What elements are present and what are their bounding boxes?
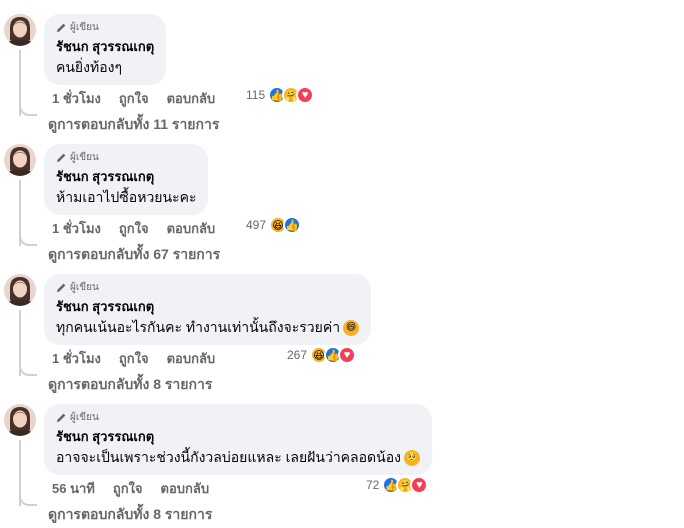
pencil-icon [56,413,66,422]
comment-text: คนยิ่งท้องๆ [56,59,122,75]
comment-text: ห้ามเอาไปซื้อหวยนะคะ [56,189,197,205]
comment-bubble: ผู้เขียน รัชนก สุวรรณเกตุ อาจจะเป็นเพราะ… [44,404,432,475]
avatar[interactable] [4,144,36,176]
thread-connector [19,232,37,246]
avatar[interactable] [4,404,36,436]
reply-button[interactable]: ตอบกลับ [167,88,216,109]
reaction-count: 267 [287,348,308,362]
love-icon: ♥ [296,86,315,104]
pencil-icon [56,23,66,32]
thread-connector [19,102,37,116]
comment-1: ผู้เขียน รัชนก สุวรรณเกตุ คนยิ่งท้องๆ 1 … [0,2,684,132]
reaction-count: 497 [246,218,267,232]
view-replies-link[interactable]: ดูการตอบกลับทั้ง 8 รายการ [48,504,212,526]
comment-actions: 1 ชั่วโมง ถูกใจ ตอบกลับ [52,218,215,239]
comment-bubble: ผู้เขียน รัชนก สุวรรณเกตุ คนยิ่งท้องๆ [44,14,167,85]
like-button[interactable]: ถูกใจ [113,478,143,499]
love-icon: ♥ [410,476,429,494]
comment-3: ผู้เขียน รัชนก สุวรรณเกตุ ทุกคนเน้นอะไรก… [0,262,684,392]
avatar[interactable] [4,274,36,306]
reply-button[interactable]: ตอบกลับ [167,218,216,239]
reaction-count: 115 [246,88,266,102]
pencil-icon [56,153,66,162]
reaction-summary[interactable]: 267 😆 👍 ♥ [287,346,357,364]
like-button[interactable]: ถูกใจ [119,348,149,369]
comment-4: ผู้เขียน รัชนก สุวรรณเกตุ อาจจะเป็นเพราะ… [0,392,684,522]
comment-actions: 1 ชั่วโมง ถูกใจ ตอบกลับ [52,348,215,369]
reaction-summary[interactable]: 115 👍 🤗 ♥ [246,86,315,104]
reaction-summary[interactable]: 72 👍 🤗 ♥ [366,476,429,494]
reaction-count: 72 [366,478,380,492]
author-badge-label: ผู้เขียน [70,411,99,423]
like-button[interactable]: ถูกใจ [119,88,149,109]
author-name[interactable]: รัชนก สุวรรณเกตุ [56,39,154,55]
thread-connector [19,362,37,376]
comment-2: ผู้เขียน รัชนก สุวรรณเกตุ ห้ามเอาไปซื้อห… [0,132,684,262]
comment-actions: 56 นาที ถูกใจ ตอบกลับ [52,478,209,499]
comment-bubble: ผู้เขียน รัชนก สุวรรณเกตุ ห้ามเอาไปซื้อห… [44,144,209,215]
author-badge-label: ผู้เขียน [70,21,99,33]
like-icon: 👍 [283,216,302,234]
thread-connector [19,492,37,506]
comment-timestamp[interactable]: 1 ชั่วโมง [52,218,101,239]
author-badge-label: ผู้เขียน [70,281,99,293]
author-name[interactable]: รัชนก สุวรรณเกตุ [56,429,420,445]
avatar[interactable] [4,14,36,46]
comment-timestamp[interactable]: 1 ชั่วโมง [52,88,101,109]
author-name[interactable]: รัชนก สุวรรณเกตุ [56,299,359,315]
author-badge-label: ผู้เขียน [70,151,99,163]
reply-button[interactable]: ตอบกลับ [161,478,210,499]
author-badge: ผู้เขียน [56,410,420,424]
like-button[interactable]: ถูกใจ [119,218,149,239]
reply-button[interactable]: ตอบกลับ [167,348,216,369]
comment-bubble: ผู้เขียน รัชนก สุวรรณเกตุ ทุกคนเน้นอะไรก… [44,274,372,345]
author-badge: ผู้เขียน [56,20,154,34]
reaction-summary[interactable]: 497 😆 👍 [246,216,302,234]
pencil-icon [56,283,66,292]
author-badge: ผู้เขียน [56,280,359,294]
comment-actions: 1 ชั่วโมง ถูกใจ ตอบกลับ [52,88,215,109]
comment-text: อาจจะเป็นเพราะช่วงนี้กังวลบ่อยแหละ เลยฝั… [56,449,420,466]
author-name[interactable]: รัชนก สุวรรณเกตุ [56,169,196,185]
grinning-emoji-icon: 😄 [343,319,360,336]
love-icon: ♥ [338,346,357,364]
author-badge: ผู้เขียน [56,150,196,164]
comment-timestamp[interactable]: 1 ชั่วโมง [52,348,101,369]
comment-timestamp[interactable]: 56 นาที [52,478,95,499]
comment-text: ทุกคนเน้นอะไรกันคะ ทำงานเท่านั้นถึงจะรวย… [56,318,360,337]
pleading-emoji-icon: 🥺 [403,449,420,466]
